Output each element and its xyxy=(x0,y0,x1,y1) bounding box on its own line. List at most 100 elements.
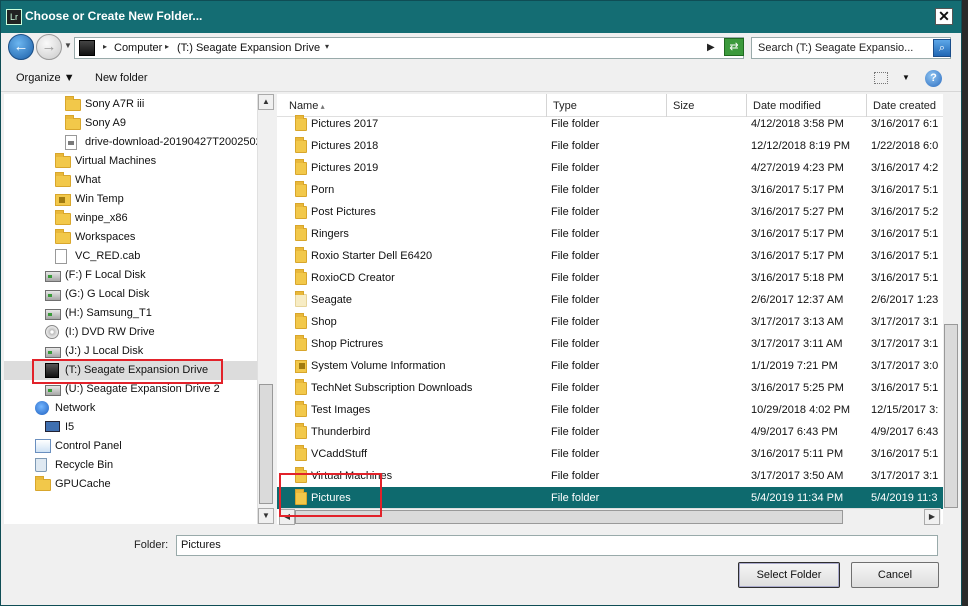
search-box[interactable]: Search (T:) Seagate Expansio... ⌕ xyxy=(751,37,951,59)
tree-item[interactable]: (H:) Samsung_T1 xyxy=(4,304,257,323)
tree-item[interactable]: (F:) F Local Disk xyxy=(4,266,257,285)
search-input[interactable]: Search (T:) Seagate Expansio... xyxy=(758,42,913,54)
folder-icon xyxy=(295,115,307,131)
tree-item[interactable]: (G:) G Local Disk xyxy=(4,285,257,304)
breadcrumb-computer[interactable]: Computer xyxy=(114,42,162,54)
tree-item[interactable]: Workspaces xyxy=(4,228,257,247)
file-row[interactable]: Ringers File folder 3/16/2017 5:17 PM 3/16/… xyxy=(277,223,943,245)
file-list-vertical-scrollbar[interactable] xyxy=(943,94,959,508)
tree-item[interactable]: drive-download-20190427T2002502 xyxy=(4,133,257,152)
locked-folder-icon xyxy=(55,194,71,206)
file-date-modified: 3/16/2017 5:25 PM xyxy=(751,382,844,394)
organize-button[interactable]: Organize ▼ xyxy=(16,72,75,84)
file-type: File folder xyxy=(551,338,600,350)
file-row[interactable]: TechNet Subscription Downloads File folde… xyxy=(277,377,943,399)
column-header-label: Date created xyxy=(873,100,936,112)
folder-icon xyxy=(295,181,307,197)
change-view-icon[interactable] xyxy=(874,72,888,84)
file-name: Shop Pictrures xyxy=(311,338,384,350)
tree-item-label: (U:) Seagate Expansion Drive 2 xyxy=(65,383,220,395)
file-row[interactable]: Porn File folder 3/16/2017 5:17 PM 3/16/201… xyxy=(277,179,943,201)
file-type: File folder xyxy=(551,360,600,372)
control-panel-icon xyxy=(35,439,51,453)
tree-scroll-thumb[interactable] xyxy=(259,384,273,504)
file-row[interactable]: RoxioCD Creator File folder 3/16/2017 5:18… xyxy=(277,267,943,289)
sort-ascending-icon: ▴ xyxy=(318,102,325,111)
scroll-right-icon[interactable]: ▶ xyxy=(924,509,940,525)
file-row[interactable]: Shop Pictrures File folder 3/17/2017 3:11 … xyxy=(277,333,943,355)
disk-icon xyxy=(45,347,61,358)
tree-item-label: (I:) DVD RW Drive xyxy=(65,326,155,338)
file-row[interactable]: Thunderbird File folder 4/9/2017 6:43 PM 4/… xyxy=(277,421,943,443)
file-row[interactable]: Post Pictures File folder 3/16/2017 5:27 P… xyxy=(277,201,943,223)
search-icon[interactable]: ⌕ xyxy=(933,39,951,57)
select-folder-button[interactable]: Select Folder xyxy=(738,562,840,588)
address-dropdown-arrow-icon[interactable]: ▶ xyxy=(707,42,715,53)
tree-item[interactable]: Control Panel xyxy=(4,437,257,456)
address-bar[interactable]: ▸ Computer ▸ (T:) Seagate Expansion Driv… xyxy=(74,37,744,59)
file-row[interactable]: Pictures 2017 File folder 4/12/2018 3:58 P… xyxy=(277,113,943,135)
folder-name-input[interactable]: Pictures xyxy=(176,535,938,556)
file-list-scroll-thumb[interactable] xyxy=(944,324,958,508)
tree-item[interactable]: Sony A9 xyxy=(4,114,257,133)
file-row[interactable]: Pictures 2019 File folder 4/27/2019 4:23 P… xyxy=(277,157,943,179)
cancel-button[interactable]: Cancel xyxy=(851,562,939,588)
folder-icon xyxy=(295,269,307,285)
file-date-modified: 4/9/2017 6:43 PM xyxy=(751,426,838,438)
refresh-button[interactable]: ⇄ xyxy=(724,38,744,56)
file-date-modified: 3/17/2017 3:50 AM xyxy=(751,470,844,482)
file-row[interactable]: Test Images File folder 10/29/2018 4:02 PM… xyxy=(277,399,943,421)
file-type: File folder xyxy=(551,448,600,460)
file-date-modified: 5/4/2019 11:34 PM xyxy=(751,492,844,504)
breadcrumb-separator-icon[interactable]: ▸ xyxy=(103,42,107,51)
tree-item-label: Workspaces xyxy=(75,231,136,243)
tree-item[interactable]: Network xyxy=(4,399,257,418)
file-row[interactable]: VCaddStuff File folder 3/16/2017 5:11 PM 3/… xyxy=(277,443,943,465)
file-name: RoxioCD Creator xyxy=(311,272,395,284)
file-type: File folder xyxy=(551,228,600,240)
tree-item[interactable]: VC_RED.cab xyxy=(4,247,257,266)
file-type: File folder xyxy=(551,184,600,196)
forward-button[interactable]: → xyxy=(36,34,62,60)
file-list[interactable]: Name ▴ Type Size Date modified Date created … xyxy=(277,94,943,524)
file-date-created: 5/4/2019 11:3 xyxy=(871,492,938,504)
tree-item[interactable]: (I:) DVD RW Drive xyxy=(4,323,257,342)
tree-item[interactable]: What xyxy=(4,171,257,190)
file-row[interactable]: Roxio Starter Dell E6420 File folder 3/16/… xyxy=(277,245,943,267)
file-row[interactable]: System Volume Information File folder 1/1/… xyxy=(277,355,943,377)
tree-highlight-box xyxy=(32,359,223,384)
disk-icon xyxy=(45,290,61,301)
file-row[interactable]: Pictures 2018 File folder 12/12/2018 8:19 … xyxy=(277,135,943,157)
folder-icon xyxy=(295,423,307,439)
tree-item-label: Network xyxy=(55,402,96,414)
file-name: Thunderbird xyxy=(311,426,371,438)
tree-item[interactable]: winpe_x86 xyxy=(4,209,257,228)
tree-item[interactable]: Sony A7R iii xyxy=(4,95,257,114)
tree-vertical-scrollbar[interactable]: ▲ ▼ xyxy=(257,94,274,524)
breadcrumb-separator-icon[interactable]: ▾ xyxy=(325,42,329,51)
recent-locations-dropdown[interactable]: ▼ xyxy=(64,41,72,50)
help-icon[interactable]: ? xyxy=(925,70,942,87)
view-options-dropdown-icon[interactable]: ▼ xyxy=(902,73,910,82)
scroll-up-icon[interactable]: ▲ xyxy=(258,94,274,110)
scroll-down-icon[interactable]: ▼ xyxy=(258,508,274,524)
tree-item[interactable]: I5 xyxy=(4,418,257,437)
column-header-label: Type xyxy=(553,100,577,112)
back-button[interactable]: ← xyxy=(8,34,34,60)
tree-item[interactable]: GPUCache xyxy=(4,475,257,494)
tree-item[interactable]: Recycle Bin xyxy=(4,456,257,475)
tree-item[interactable]: Virtual Machines xyxy=(4,152,257,171)
breadcrumb-drive[interactable]: (T:) Seagate Expansion Drive xyxy=(177,42,320,54)
recycle-bin-icon xyxy=(35,458,47,472)
folder-icon xyxy=(55,229,71,244)
file-date-created: 3/16/2017 5:1 xyxy=(871,228,939,240)
new-folder-button[interactable]: New folder xyxy=(95,72,148,84)
close-button[interactable]: ✕ xyxy=(935,8,953,25)
navigation-tree[interactable]: Sony A7R iii Sony A9 drive-download-201904… xyxy=(4,94,257,524)
file-row[interactable]: Shop File folder 3/17/2017 3:13 AM 3/17/201… xyxy=(277,311,943,333)
folder-icon xyxy=(65,96,81,111)
breadcrumb-separator-icon[interactable]: ▸ xyxy=(165,42,169,51)
tree-item[interactable]: Win Temp xyxy=(4,190,257,209)
file-row[interactable]: Seagate File folder 2/6/2017 12:37 AM 2/6/2… xyxy=(277,289,943,311)
file-name: Roxio Starter Dell E6420 xyxy=(311,250,433,262)
